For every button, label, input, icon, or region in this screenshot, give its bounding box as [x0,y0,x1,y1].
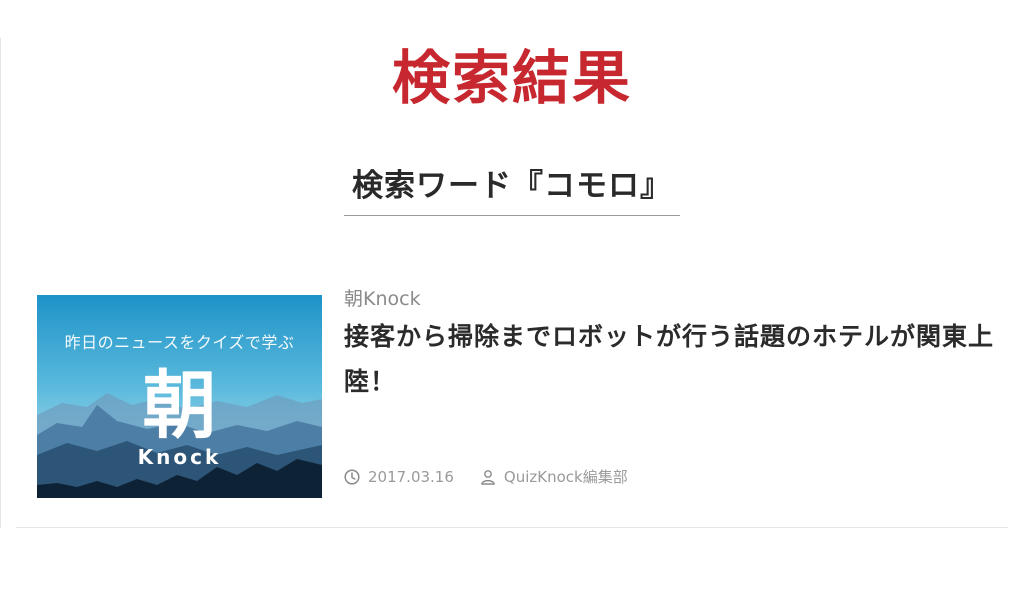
user-icon [481,469,495,485]
article-category[interactable]: 朝Knock [344,284,421,311]
article-author[interactable]: QuizKnock編集部 [480,466,628,487]
article-meta: 2017.03.16 QuizKnock編集部 [344,466,654,487]
article-title-link[interactable]: 接客から掃除までロボットが行う話題のホテルが関東上陸！ [344,314,994,404]
date-text: 2017.03.16 [368,467,454,486]
thumbnail-kanji: 朝 [142,363,217,449]
thumbnail-brand: Knock [137,445,222,469]
search-result-item[interactable]: 昨日のニュースをクイズで学ぶ 朝 Knock 朝Knock 接客から掃除までロボ… [37,282,997,502]
search-term-container: 検索ワード『コモロ』 [0,160,1024,216]
article-date: 2017.03.16 [344,468,454,486]
author-text[interactable]: QuizKnock編集部 [504,466,628,487]
thumbnail-tagline: 昨日のニュースをクイズで学ぶ [64,333,295,352]
search-term-heading: 検索ワード『コモロ』 [344,160,680,216]
article-thumbnail[interactable]: 昨日のニュースをクイズで学ぶ 朝 Knock [37,295,322,498]
page-title: 検索結果 [391,44,632,112]
result-divider [16,527,1008,528]
clock-icon [344,468,360,485]
